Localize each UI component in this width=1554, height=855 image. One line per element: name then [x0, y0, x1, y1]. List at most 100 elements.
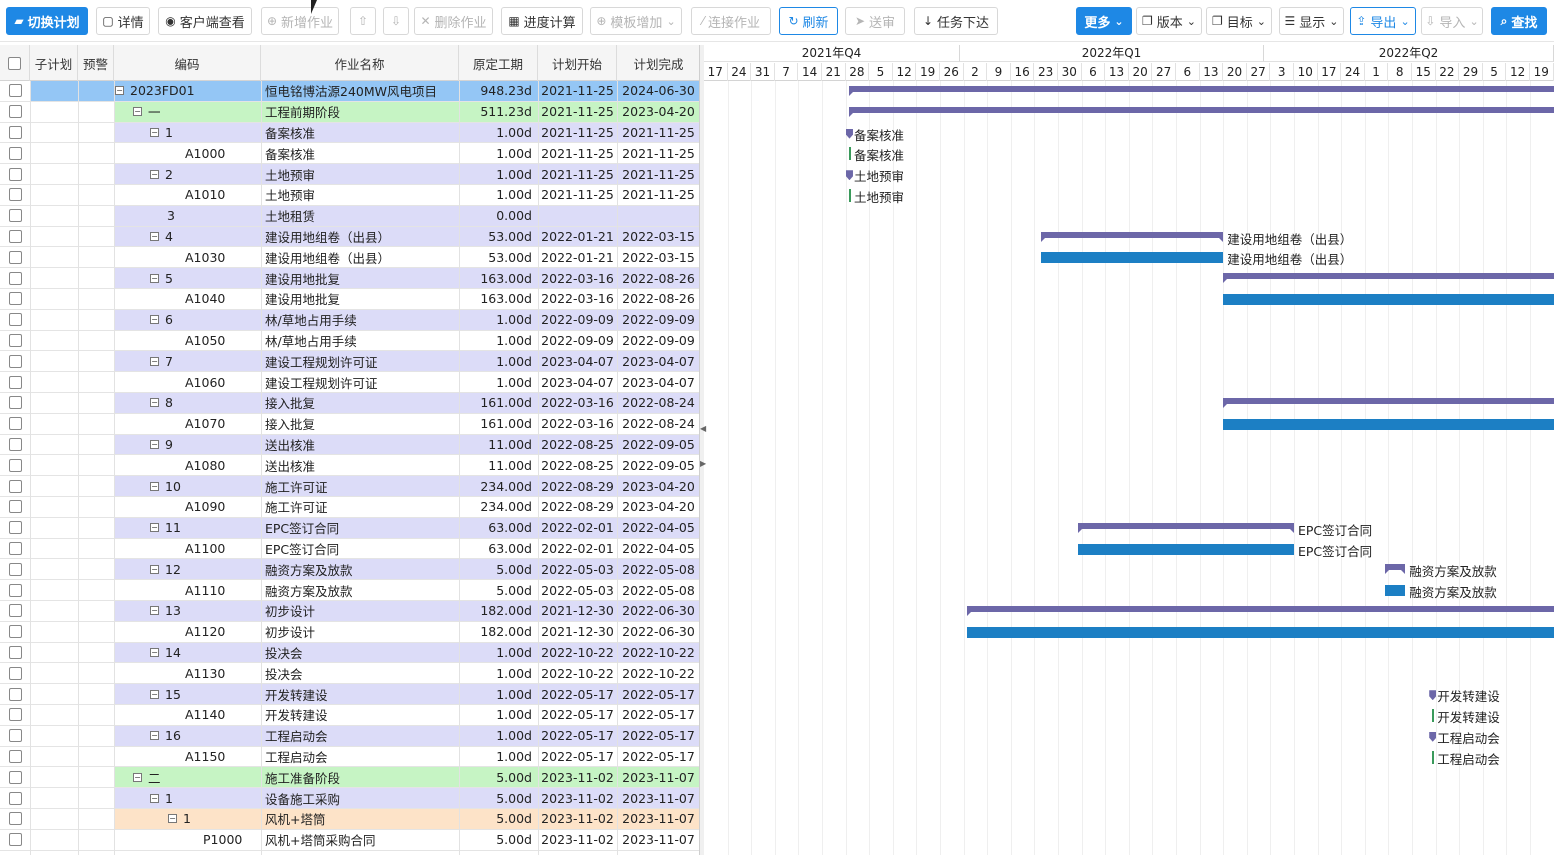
row-checkbox[interactable] [8, 354, 22, 368]
col-code[interactable]: 编码 [114, 45, 261, 81]
activity-name-cell[interactable]: 风机+塔筒采购合同 [261, 829, 459, 850]
summary-bar[interactable] [1385, 564, 1406, 575]
table-row[interactable]: −10 施工许可证 234.00d 2022-08-29 2023-04-20 [0, 476, 699, 497]
activity-name-cell[interactable]: 接入批复 [261, 393, 459, 413]
btn-15-button[interactable]: ❐ 目标 ⌄ [1206, 7, 1272, 35]
collapse-toggle-icon[interactable]: − [168, 814, 177, 824]
task-bar[interactable] [1223, 294, 1554, 305]
activity-name-cell[interactable]: EPC签订合同 [261, 538, 459, 559]
table-row[interactable]: − 一工程前期阶段 511.23d 2021-11-25 2023-04-20 [0, 101, 699, 123]
activity-name-cell[interactable]: 建设工程规划许可证 [261, 372, 459, 392]
activity-name-cell[interactable]: 建设用地组卷（出县） [261, 226, 459, 247]
row-checkbox[interactable] [8, 729, 22, 743]
btn-3-button[interactable]: ⊕ 新增作业 [261, 7, 339, 35]
activity-name-cell[interactable]: 土地预审 [261, 164, 459, 184]
table-row[interactable]: −1 备案核准 1.00d 2021-11-25 2021-11-25 [0, 122, 699, 144]
row-checkbox[interactable] [8, 333, 22, 347]
collapse-toggle-icon[interactable]: − [150, 315, 159, 325]
btn-2-button[interactable]: ◉ 客户端查看 [158, 7, 252, 35]
btn-0-button[interactable]: ▰ 切换计划 [6, 7, 88, 35]
row-checkbox[interactable] [8, 396, 22, 410]
collapse-toggle-icon[interactable]: − [150, 793, 159, 803]
row-checkbox[interactable] [8, 84, 22, 98]
btn-13-button[interactable]: 更多 ⌄ [1076, 7, 1132, 35]
table-row[interactable]: −15 开发转建设 1.00d 2022-05-17 2022-05-17 [0, 684, 699, 705]
table-row[interactable]: −4 建设用地组卷（出县） 53.00d 2022-01-21 2022-03-15 [0, 226, 699, 248]
row-checkbox[interactable] [8, 625, 22, 639]
row-checkbox[interactable] [8, 770, 22, 784]
table-row[interactable]: A1010 土地预审 1.00d 2021-11-25 2021-11-25 [0, 185, 699, 206]
activity-name-cell[interactable]: 建设用地批复 [261, 289, 459, 309]
btn-16-button[interactable]: ☰ 显示 ⌄ [1279, 7, 1344, 35]
table-row[interactable]: A1090 施工许可证 234.00d 2022-08-29 2023-04-20 [0, 497, 699, 518]
activity-name-cell[interactable]: 施工许可证 [261, 476, 459, 496]
row-checkbox[interactable] [8, 562, 22, 576]
activity-name-cell[interactable]: 融资方案及放款 [261, 580, 459, 600]
row-checkbox[interactable] [8, 583, 22, 597]
col-plan-start[interactable]: 计划开始 [538, 45, 617, 81]
activity-name-cell[interactable]: 工程前期阶段 [261, 101, 459, 122]
row-checkbox[interactable] [8, 666, 22, 680]
summary-milestone-marker[interactable] [845, 170, 853, 181]
row-checkbox[interactable] [8, 417, 22, 431]
collapse-toggle-icon[interactable]: − [150, 606, 159, 616]
collapse-toggle-icon[interactable]: − [150, 523, 159, 533]
btn-7-button[interactable]: ▦ 进度计算 [501, 7, 583, 35]
btn-10-button[interactable]: ↻ 刷新 [779, 7, 838, 35]
arrow-down-circle-icon-button[interactable]: ⇩ [383, 7, 409, 35]
activity-name-cell[interactable]: 投决会 [261, 663, 459, 684]
table-row[interactable]: −1 设备施工采购 5.00d 2023-11-02 2023-11-07 [0, 788, 699, 809]
row-checkbox[interactable] [8, 812, 22, 826]
summary-bar[interactable] [848, 86, 1554, 96]
row-checkbox[interactable] [8, 375, 22, 389]
activity-name-cell[interactable]: 土地预审 [261, 185, 459, 205]
row-checkbox[interactable] [8, 687, 22, 701]
task-milestone-marker[interactable] [1432, 750, 1435, 764]
row-checkbox[interactable] [8, 188, 22, 202]
table-row[interactable]: −9 送出核准 11.00d 2022-08-25 2022-09-05 [0, 434, 699, 456]
btn-6-button[interactable]: ✕ 删除作业 [414, 7, 493, 35]
btn-19-button[interactable]: ⌕ 查找 [1491, 7, 1547, 35]
row-checkbox[interactable] [8, 749, 22, 763]
table-row[interactable]: A1130 投决会 1.00d 2022-10-22 2022-10-22 [0, 663, 699, 685]
table-row[interactable]: − 二施工准备阶段 5.00d 2023-11-02 2023-11-07 [0, 767, 699, 789]
summary-bar[interactable] [1078, 522, 1294, 533]
table-row[interactable]: 3 土地租赁 0.00d [0, 205, 699, 227]
table-row[interactable]: A1040 建设用地批复 163.00d 2022-03-16 2022-08-26 [0, 289, 699, 310]
activity-name-cell[interactable]: 开发转建设 [261, 705, 459, 725]
col-activity-name[interactable]: 作业名称 [261, 45, 459, 81]
activity-name-cell[interactable]: 开发转建设 [261, 684, 459, 704]
activity-name-cell[interactable]: 工程启动会 [261, 746, 459, 767]
col-duration[interactable]: 原定工期 [459, 45, 538, 81]
row-checkbox[interactable] [8, 437, 22, 451]
table-row[interactable]: A1150 工程启动会 1.00d 2022-05-17 2022-05-17 [0, 746, 699, 768]
row-checkbox[interactable] [8, 521, 22, 535]
summary-milestone-marker[interactable] [845, 128, 853, 139]
table-row[interactable]: A1070 接入批复 161.00d 2022-03-16 2022-08-24 [0, 413, 699, 435]
activity-name-cell[interactable]: 工程启动会 [261, 725, 459, 746]
table-row[interactable]: A1140 开发转建设 1.00d 2022-05-17 2022-05-17 [0, 705, 699, 726]
row-checkbox[interactable] [8, 645, 22, 659]
task-bar[interactable] [1223, 418, 1554, 430]
row-checkbox[interactable] [8, 271, 22, 285]
table-row[interactable]: A1030 建设用地组卷（出县） 53.00d 2022-01-21 2022-03-1… [0, 247, 699, 269]
table-row[interactable]: −14 投决会 1.00d 2022-10-22 2022-10-22 [0, 642, 699, 664]
btn-11-button[interactable]: ➤ 送审 [845, 7, 905, 35]
collapse-toggle-icon[interactable]: − [150, 398, 159, 408]
row-checkbox[interactable] [8, 479, 22, 493]
activity-name-cell[interactable]: EPC签订合同 [261, 517, 459, 538]
activity-name-cell[interactable]: 施工准备阶段 [261, 767, 459, 788]
table-row[interactable]: A1110 融资方案及放款 5.00d 2022-05-03 2022-05-08 [0, 580, 699, 601]
summary-bar[interactable] [1223, 398, 1554, 408]
activity-name-cell[interactable]: 投决会 [261, 642, 459, 663]
activity-name-cell[interactable]: 备案核准 [261, 143, 459, 164]
task-milestone-marker[interactable] [848, 147, 851, 161]
collapse-toggle-icon[interactable]: − [150, 273, 159, 283]
table-row[interactable]: −6 林/草地占用手续 1.00d 2022-09-09 2022-09-09 [0, 309, 699, 331]
table-row[interactable]: −1 风机+塔筒 5.00d 2023-11-02 2023-11-07 [0, 809, 699, 830]
summary-bar[interactable] [848, 106, 1554, 117]
collapse-toggle-icon[interactable]: − [150, 169, 159, 179]
collapse-toggle-icon[interactable]: − [150, 356, 159, 366]
table-row[interactable]: −5 建设用地批复 163.00d 2022-03-16 2022-08-26 [0, 268, 699, 289]
row-checkbox[interactable] [8, 833, 22, 847]
